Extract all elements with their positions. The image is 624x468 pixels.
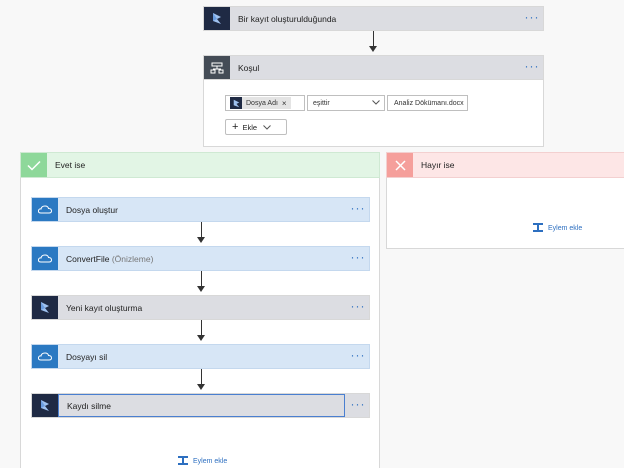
condition-more-button[interactable]: ··· [521, 60, 543, 74]
step-dosya-olustur[interactable]: Dosya oluştur ··· [31, 197, 370, 222]
chevron-down-icon [263, 123, 271, 132]
onedrive-icon [32, 247, 58, 270]
add-action-label: Eylem ekle [548, 225, 583, 232]
onedrive-icon [32, 345, 58, 368]
add-button[interactable]: + Ekle [225, 119, 287, 135]
step-dosyayi-sil[interactable]: Dosyayı sil ··· [31, 344, 370, 369]
connector-arrow [197, 335, 205, 341]
chevron-down-icon [372, 99, 380, 107]
step-yeni-kayit-olusturma[interactable]: Yeni kayıt oluşturma ··· [31, 295, 370, 320]
add-action-icon [177, 455, 189, 468]
operator-value: eşittir [313, 99, 330, 107]
step-title: Yeni kayıt oluşturma [66, 302, 143, 313]
connector-arrow [197, 286, 205, 292]
add-button-label: Ekle [242, 122, 258, 132]
trigger-more-button[interactable]: ··· [521, 11, 543, 25]
connector-line [201, 369, 202, 384]
add-action-icon [532, 222, 544, 235]
dosya-adi-token[interactable]: Dosya Adı × [230, 97, 291, 109]
condition-right-operand[interactable]: Analiz Dökümanı.docx [387, 95, 468, 111]
no-add-action-button[interactable]: Eylem ekle [532, 222, 582, 235]
step-title: ConvertFile [66, 253, 110, 264]
operator-select[interactable]: eşittir [307, 95, 385, 111]
dynamics-icon [230, 97, 242, 109]
step-more-button[interactable]: ··· [347, 251, 369, 265]
trigger-card[interactable]: Bir kayıt oluşturulduğunda ··· [203, 6, 544, 31]
step-more-button[interactable]: ··· [347, 398, 369, 412]
step-more-button[interactable]: ··· [347, 202, 369, 216]
step-convertfile[interactable]: ConvertFile (Önizleme) ··· [31, 246, 370, 271]
connector-line [201, 320, 202, 335]
condition-header[interactable]: Koşul ··· [203, 55, 544, 80]
token-remove-button[interactable]: × [282, 99, 287, 108]
dynamics-icon [32, 394, 58, 417]
no-branch-header[interactable]: Hayır ise [386, 152, 624, 178]
step-more-button[interactable]: ··· [347, 300, 369, 314]
dynamics-icon [204, 7, 230, 30]
yes-add-action-button[interactable]: Eylem ekle [177, 455, 227, 468]
connector-line [201, 222, 202, 237]
condition-title: Koşul [238, 62, 260, 73]
close-icon [387, 153, 413, 177]
condition-left-operand[interactable]: Dosya Adı × [225, 95, 305, 111]
connector-arrow [369, 46, 377, 52]
check-icon [21, 153, 47, 177]
plus-icon: + [232, 121, 239, 133]
step-more-button[interactable]: ··· [347, 349, 369, 363]
trigger-title: Bir kayıt oluşturulduğunda [238, 13, 337, 24]
step-title: Dosyayı sil [66, 351, 108, 362]
step-title: Kaydı silme [58, 394, 345, 417]
onedrive-icon [32, 198, 58, 221]
preview-label: (Önizleme) [111, 253, 154, 264]
yes-branch-title: Evet ise [55, 160, 86, 170]
condition-icon [204, 56, 230, 79]
step-title: Dosya oluştur [66, 204, 118, 215]
condition-value: Analiz Dökümanı.docx [394, 99, 464, 107]
connector-arrow [197, 384, 205, 390]
connector-line [373, 31, 374, 46]
no-branch-title: Hayır ise [421, 160, 455, 170]
token-label: Dosya Adı [246, 99, 278, 107]
step-kaydi-silme[interactable]: Kaydı silme ··· [31, 393, 370, 418]
connector-line [201, 271, 202, 286]
dynamics-icon [32, 296, 58, 319]
connector-arrow [197, 237, 205, 243]
add-action-label: Eylem ekle [193, 458, 228, 465]
yes-branch-header[interactable]: Evet ise [20, 152, 380, 178]
